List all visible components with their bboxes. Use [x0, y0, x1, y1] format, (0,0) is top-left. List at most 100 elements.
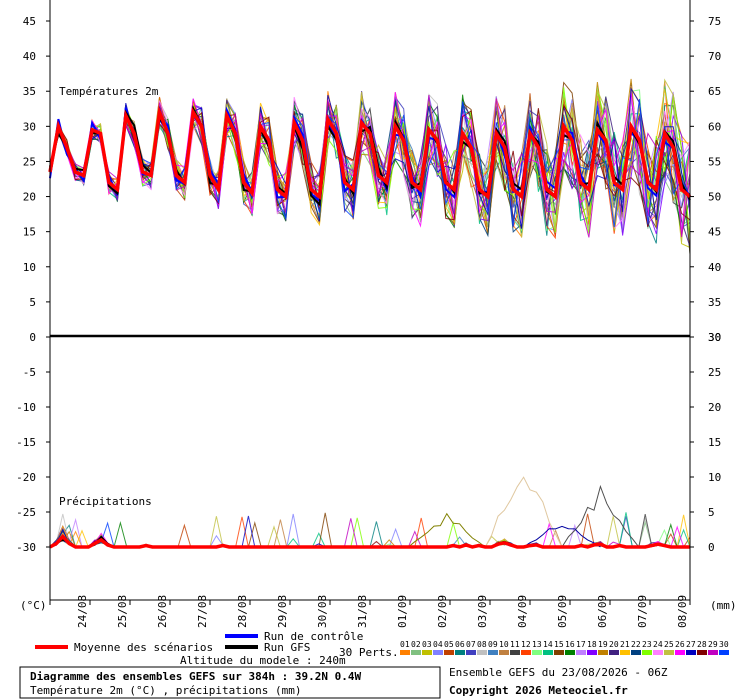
footer-subtitle: Température 2m (°C) , précipitations (mm… [30, 684, 302, 697]
precipitation-panel [49, 476, 691, 549]
precip-left-tick-label: -30 [16, 541, 36, 554]
pert-number: 03 [422, 640, 432, 649]
temp-right-tick-label: 55 [708, 155, 721, 168]
pert-swatch [686, 650, 696, 655]
pert-number: 26 [675, 640, 685, 649]
temp-right-tick-label: 65 [708, 85, 721, 98]
pert-number: 19 [598, 640, 608, 649]
precip-left-tick-label: -25 [16, 506, 36, 519]
legend-mean-label: Moyenne des scénarios [74, 641, 213, 654]
temp-right-tick-label: 40 [708, 261, 721, 274]
altitude-label: Altitude du modele : 240m [180, 654, 346, 667]
precip-left-tick-label: -20 [16, 471, 36, 484]
precipitation-panel-label: Précipitations [59, 495, 152, 508]
copyright: Copyright 2026 Meteociel.fr [449, 684, 628, 697]
pert-swatch [631, 650, 641, 655]
precip-right-tick-label: 20 [708, 401, 721, 414]
pert-swatch [675, 650, 685, 655]
pert-number: 13 [532, 640, 542, 649]
temp-right-tick-label: 70 [708, 50, 721, 63]
pert-swatch [719, 650, 729, 655]
temp-right-tick-label: 50 [708, 191, 721, 204]
pert-swatch [697, 650, 707, 655]
pert-number: 04 [433, 640, 443, 649]
left-axis-unit: (°C) [20, 599, 47, 612]
pert-swatch [455, 650, 465, 655]
temp-right-tick-label: 75 [708, 15, 721, 28]
precip-right-tick-label: 25 [708, 366, 721, 379]
pert-number: 25 [664, 640, 674, 649]
pert-swatch [400, 650, 410, 655]
temp-left-tick-label: 35 [23, 85, 36, 98]
precip-right-tick-label: 30 [708, 331, 721, 344]
pert-swatch [609, 650, 619, 655]
temp-left-tick-label: 25 [23, 155, 36, 168]
precip-right-tick-label: 15 [708, 436, 721, 449]
pert-swatch [444, 650, 454, 655]
temp-left-tick-label: 10 [23, 261, 36, 274]
pert-swatch [565, 650, 575, 655]
pert-number: 15 [554, 640, 564, 649]
pert-number: 14 [543, 640, 553, 649]
pert-swatch [708, 650, 718, 655]
temp-right-tick-label: 45 [708, 226, 721, 239]
pert-number: 23 [642, 640, 652, 649]
temp-left-tick-label: 5 [29, 296, 36, 309]
pert-swatch [499, 650, 509, 655]
pert-number: 05 [444, 640, 454, 649]
pert-swatch [466, 650, 476, 655]
pert-number: 08 [477, 640, 487, 649]
precip-left-tick-label: -15 [16, 436, 36, 449]
pert-number: 17 [576, 640, 586, 649]
pert-number: 28 [697, 640, 707, 649]
pert-number: 11 [510, 640, 520, 649]
precip-right-tick-label: 0 [708, 541, 715, 554]
pert-number: 16 [565, 640, 575, 649]
pert-number: 27 [686, 640, 696, 649]
pert-swatch [543, 650, 553, 655]
pert-swatch [433, 650, 443, 655]
perturbation-legend: 01 02 03 04 05 06 07 08 09 10 11 12 13 14 15 16 17 18 19 20… [400, 640, 729, 655]
temperature-panel-label: Températures 2m [59, 85, 159, 98]
precip-left-tick-label: -5 [23, 366, 36, 379]
legend-gfs-label: Run GFS [264, 641, 310, 654]
pert-swatch [532, 650, 542, 655]
temp-left-tick-label: 20 [23, 191, 36, 204]
gefs-ensemble-chart: 05101520253035404530354045505560657075-5… [16, 0, 737, 699]
precip-left-tick-label: -10 [16, 401, 36, 414]
temp-right-tick-label: 60 [708, 120, 721, 133]
pert-number: 12 [521, 640, 531, 649]
temp-left-tick-label: 0 [29, 331, 36, 344]
pert-number: 10 [499, 640, 509, 649]
pert-swatch [554, 650, 564, 655]
legend-perts-label: 30 Perts. [339, 646, 399, 659]
precipitation-member-line [408, 512, 486, 548]
pert-swatch [642, 650, 652, 655]
pert-swatch [620, 650, 630, 655]
pert-swatch [598, 650, 608, 655]
pert-number: 09 [488, 640, 498, 649]
temp-left-tick-label: 45 [23, 15, 36, 28]
pert-swatch [587, 650, 597, 655]
temp-left-tick-label: 40 [23, 50, 36, 63]
pert-number: 01 [400, 640, 410, 649]
pert-swatch [510, 650, 520, 655]
pert-swatch [411, 650, 421, 655]
pert-number: 24 [653, 640, 663, 649]
pert-swatch [521, 650, 531, 655]
precip-right-tick-label: 5 [708, 506, 715, 519]
pert-number: 07 [466, 640, 476, 649]
run-label: Ensemble GEFS du 23/08/2026 - 06Z [449, 666, 668, 679]
temp-left-tick-label: 30 [23, 120, 36, 133]
right-axis-unit: (mm) [710, 599, 737, 612]
temp-right-tick-label: 35 [708, 296, 721, 309]
temp-left-tick-label: 15 [23, 226, 36, 239]
pert-swatch [653, 650, 663, 655]
pert-number: 30 [719, 640, 729, 649]
pert-number: 29 [708, 640, 718, 649]
precipitation-member-line [484, 476, 563, 548]
legend: Moyenne des scénarios Run de contrôle Ru… [35, 630, 729, 667]
precip-right-tick-label: 10 [708, 471, 721, 484]
pert-swatch [576, 650, 586, 655]
precipitation-member-line [49, 513, 691, 548]
